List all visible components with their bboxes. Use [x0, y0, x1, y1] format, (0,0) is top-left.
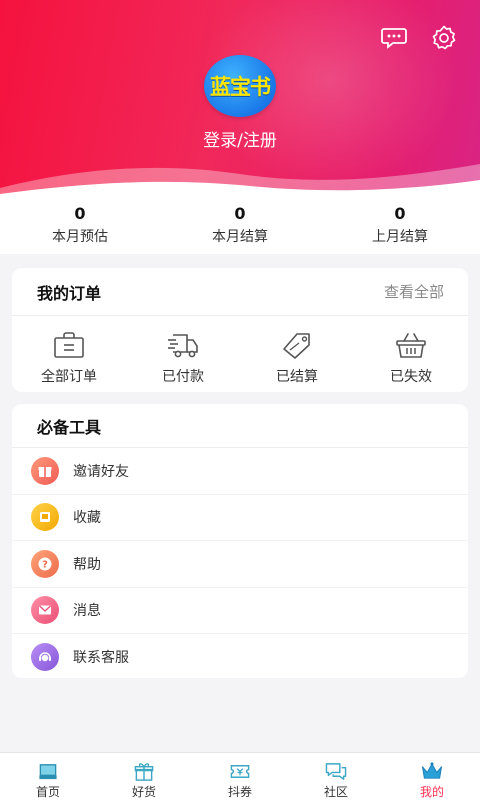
profile-header: 蓝宝书 登录/注册	[0, 0, 480, 200]
tab-mine[interactable]: 我的	[384, 753, 480, 800]
tab-label: 好货	[131, 785, 156, 799]
message-icon[interactable]	[380, 24, 408, 52]
help-icon: ?	[31, 549, 59, 578]
home-icon	[39, 764, 57, 780]
stat-last-month-settled[interactable]: 0 上月结算	[320, 196, 480, 254]
app-logo[interactable]: 蓝宝书	[204, 55, 276, 117]
tab-label: 抖券	[227, 785, 252, 799]
orders-title: 我的订单	[37, 283, 102, 303]
order-item-label: 已结算	[276, 369, 318, 385]
tab-community[interactable]: 社区	[288, 753, 384, 800]
stat-value: 0	[74, 204, 86, 223]
order-paid-button[interactable]: 已付款	[126, 330, 240, 386]
svg-text:?: ?	[42, 559, 48, 570]
tab-coupons[interactable]: 抖券	[192, 753, 288, 800]
stat-value: 0	[394, 204, 406, 223]
stat-this-month-settled[interactable]: 0 本月结算	[160, 196, 320, 254]
basket-icon	[396, 333, 426, 358]
tool-label: 消息	[73, 603, 101, 620]
tool-messages[interactable]: 消息	[12, 588, 468, 634]
tab-home[interactable]: 首页	[0, 753, 96, 800]
stat-this-month-estimate[interactable]: 0 本月预估	[0, 196, 160, 254]
tool-invite-friends[interactable]: 邀请好友	[12, 448, 468, 495]
tab-label: 我的	[419, 785, 444, 799]
order-item-label: 已失效	[390, 369, 432, 385]
header-wave	[0, 164, 480, 200]
order-item-label: 全部订单	[41, 369, 97, 385]
tab-label: 社区	[323, 785, 348, 799]
stat-label: 上月结算	[372, 229, 428, 245]
tools-card: 必备工具 邀请好友 收藏 ? 帮助 消息 联系客服	[12, 404, 468, 678]
stat-value: 0	[234, 204, 246, 223]
order-settled-button[interactable]: 已结算	[240, 330, 354, 386]
delivery-truck-icon	[168, 334, 198, 358]
gift-box-icon	[134, 763, 154, 781]
price-tag-icon	[283, 333, 310, 359]
tool-label: 收藏	[73, 510, 101, 527]
order-item-label: 已付款	[162, 369, 204, 385]
app-logo-text: 蓝宝书	[210, 75, 271, 99]
tool-label: 邀请好友	[73, 463, 129, 480]
chat-bubbles-icon	[325, 763, 347, 780]
settings-icon[interactable]	[430, 24, 458, 52]
customer-service-icon	[31, 643, 59, 672]
my-orders-card: 我的订单 查看全部 全部订单 已付款 已结算 已失效	[12, 268, 468, 392]
tool-help[interactable]: ? 帮助	[12, 541, 468, 588]
crown-icon	[421, 762, 443, 779]
tool-favorites[interactable]: 收藏	[12, 495, 468, 541]
stat-label: 本月预估	[52, 229, 108, 245]
coupon-icon	[230, 765, 250, 778]
login-register-link[interactable]: 登录/注册	[0, 126, 480, 151]
order-all-button[interactable]: 全部订单	[12, 330, 126, 386]
bottom-tab-bar: 首页 好货 抖券 社区 我的	[0, 752, 480, 800]
order-expired-button[interactable]: 已失效	[354, 330, 468, 386]
stat-label: 本月结算	[212, 229, 268, 245]
gift-icon	[31, 456, 59, 485]
earnings-stats: 0 本月预估 0 本月结算 0 上月结算	[0, 196, 480, 254]
mail-icon	[31, 596, 59, 625]
view-all-orders-link[interactable]: 查看全部	[384, 281, 444, 302]
tool-label: 联系客服	[73, 650, 129, 667]
shopping-bag-icon	[54, 332, 84, 358]
tab-label: 首页	[35, 785, 60, 799]
favorites-icon	[31, 503, 59, 532]
tab-good-items[interactable]: 好货	[96, 753, 192, 800]
tool-label: 帮助	[73, 556, 101, 573]
tool-customer-service[interactable]: 联系客服	[12, 634, 468, 681]
tools-title: 必备工具	[37, 417, 102, 437]
